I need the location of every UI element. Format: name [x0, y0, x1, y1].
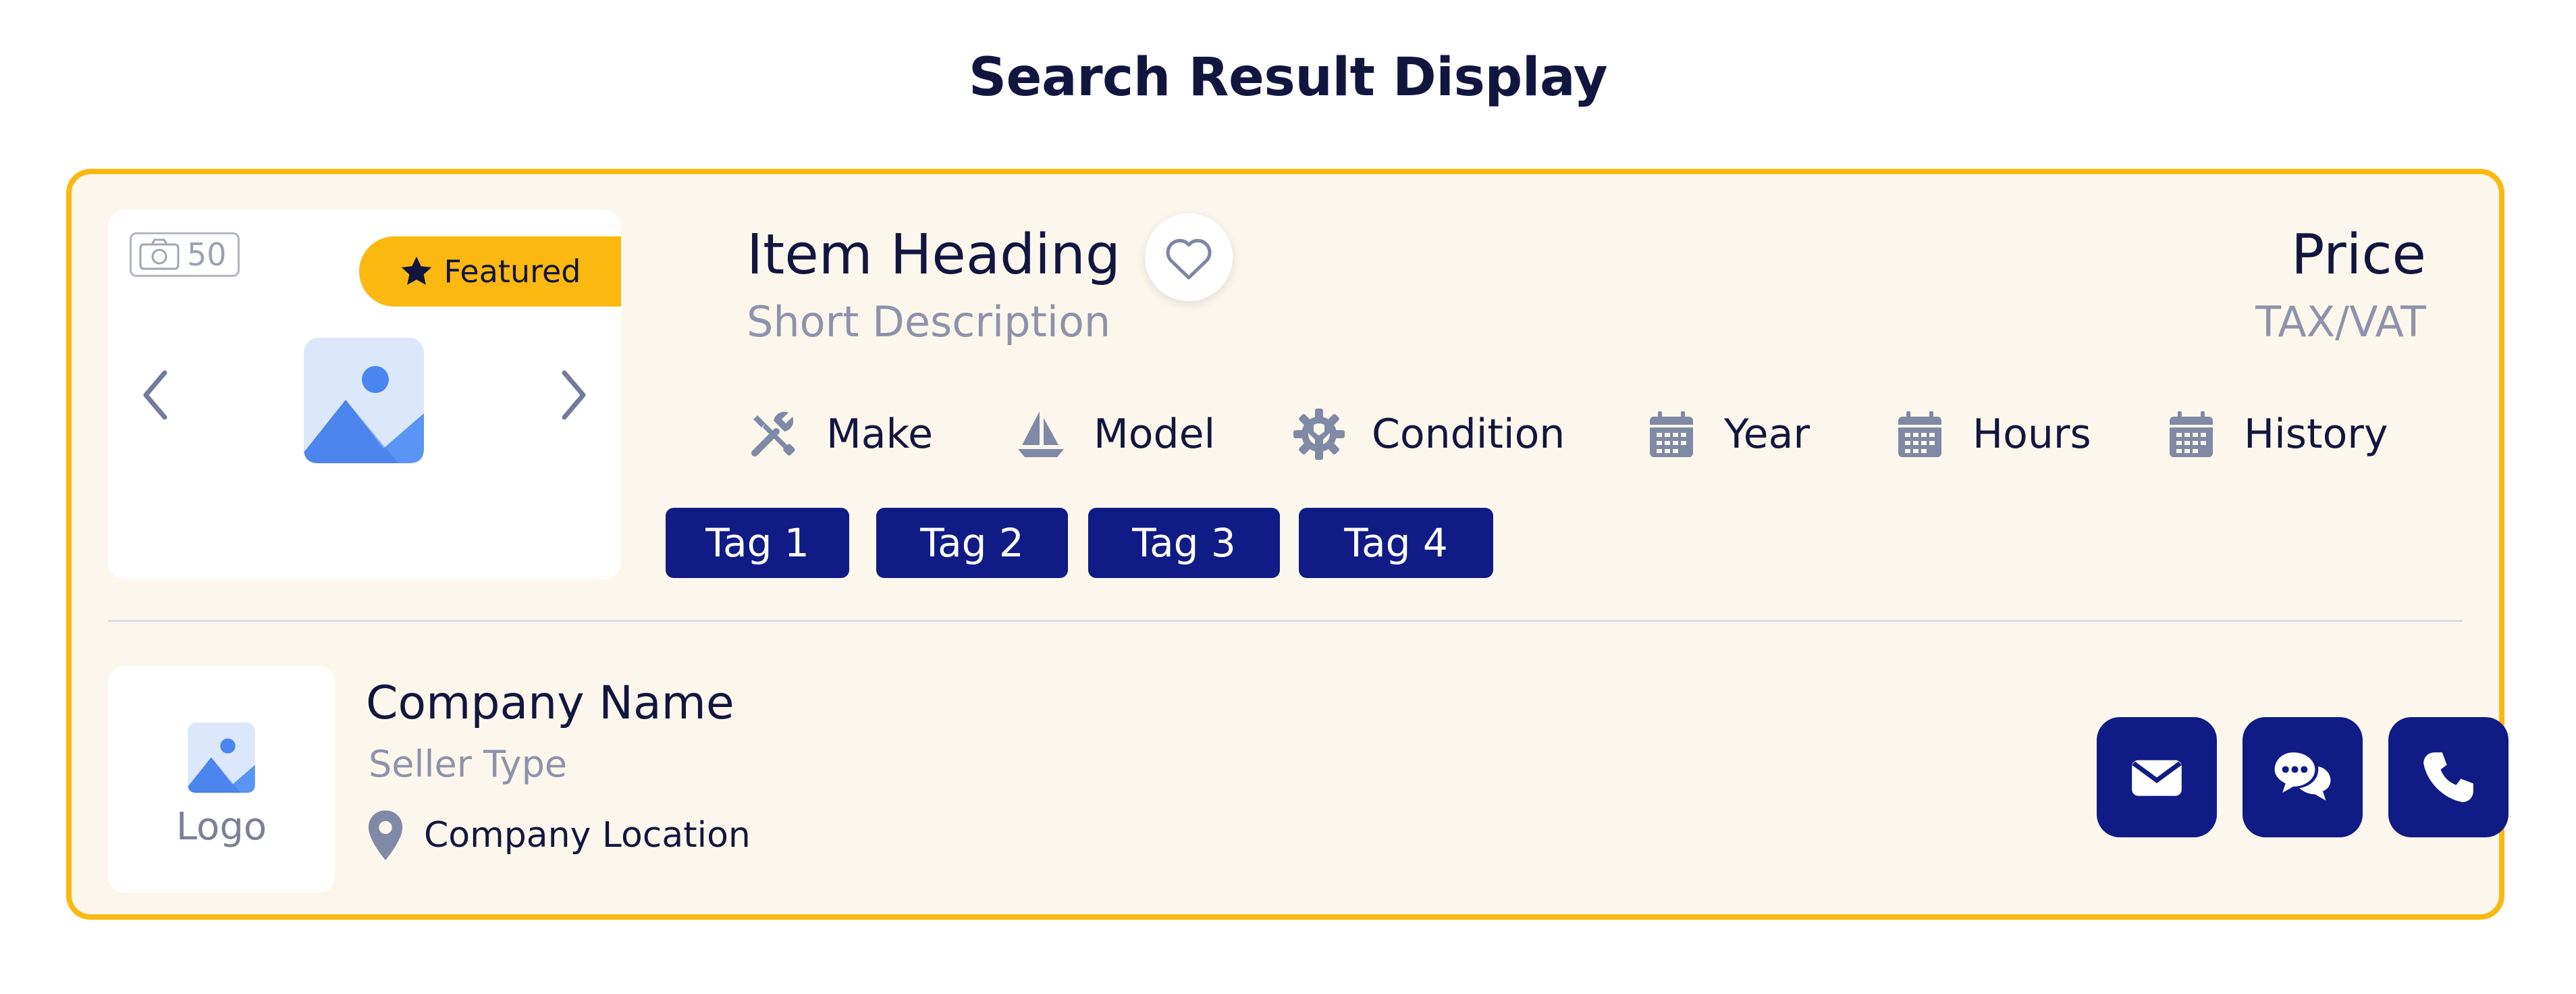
tag-chip[interactable]: Tag 2: [876, 508, 1068, 578]
tax-vat-label: TAX/VAT: [2255, 297, 2426, 346]
camera-icon: [139, 238, 180, 270]
spec-make-label: Make: [826, 411, 934, 458]
image-placeholder-icon: [304, 338, 424, 463]
phone-button[interactable]: [2388, 717, 2508, 837]
chat-button[interactable]: [2243, 717, 2363, 837]
spec-model-label: Model: [1094, 411, 1216, 458]
chevron-right-icon: [562, 370, 586, 420]
search-result-card[interactable]: 50 Featured Item Heading Short Descripti…: [66, 169, 2508, 920]
chat-icon: [2274, 752, 2331, 801]
featured-label: Featured: [444, 253, 581, 290]
photo-count: 50: [130, 232, 240, 277]
spec-history: History: [2164, 404, 2388, 465]
heart-icon: [1166, 238, 1212, 280]
tools-icon: [751, 411, 795, 456]
card-divider: [108, 620, 2463, 622]
map-pin-icon: [368, 810, 403, 860]
chevron-left-icon: [143, 370, 167, 420]
calendar-icon: [1650, 411, 1693, 457]
company-logo[interactable]: Logo: [108, 666, 335, 893]
price: Price: [2290, 223, 2426, 287]
image-placeholder-icon: [188, 723, 255, 793]
item-heading[interactable]: Item Heading: [747, 223, 1121, 287]
gallery-next-button[interactable]: [554, 365, 594, 425]
favorite-button[interactable]: [1145, 213, 1233, 301]
spec-make: Make: [747, 404, 933, 465]
spec-condition: Condition: [1292, 404, 1565, 465]
page-title: Search Result Display: [968, 47, 1608, 108]
spec-hours: Hours: [1893, 404, 2091, 465]
calendar-icon: [2170, 411, 2213, 457]
gallery-prev-button[interactable]: [135, 365, 176, 425]
tag-chip[interactable]: Tag 1: [666, 508, 849, 578]
logo-label: Logo: [176, 805, 267, 849]
gear-wrench-icon: [1293, 409, 1345, 460]
spec-model: Model: [1014, 404, 1215, 465]
short-description: Short Description: [747, 297, 1111, 346]
company-location-label: Company Location: [424, 815, 751, 856]
featured-badge: Featured: [359, 236, 621, 307]
spec-history-label: History: [2244, 411, 2388, 458]
tag-chip[interactable]: Tag 4: [1299, 508, 1493, 578]
spec-year: Year: [1644, 404, 1810, 465]
mail-icon: [2132, 760, 2182, 796]
tag-chip[interactable]: Tag 3: [1088, 508, 1280, 578]
company-name[interactable]: Company Name: [366, 677, 734, 730]
star-icon: [402, 256, 432, 285]
spec-hours-label: Hours: [1973, 411, 2091, 458]
sailboat-icon: [1018, 411, 1064, 457]
calendar-icon: [1898, 411, 1941, 457]
phone-icon: [2423, 752, 2473, 802]
photo-count-value: 50: [187, 236, 227, 273]
email-button[interactable]: [2097, 717, 2217, 837]
spec-year-label: Year: [1724, 411, 1810, 458]
company-location: Company Location: [366, 809, 751, 862]
seller-type: Seller Type: [369, 743, 568, 785]
image-gallery[interactable]: 50 Featured: [108, 209, 621, 579]
spec-condition-label: Condition: [1372, 411, 1565, 458]
